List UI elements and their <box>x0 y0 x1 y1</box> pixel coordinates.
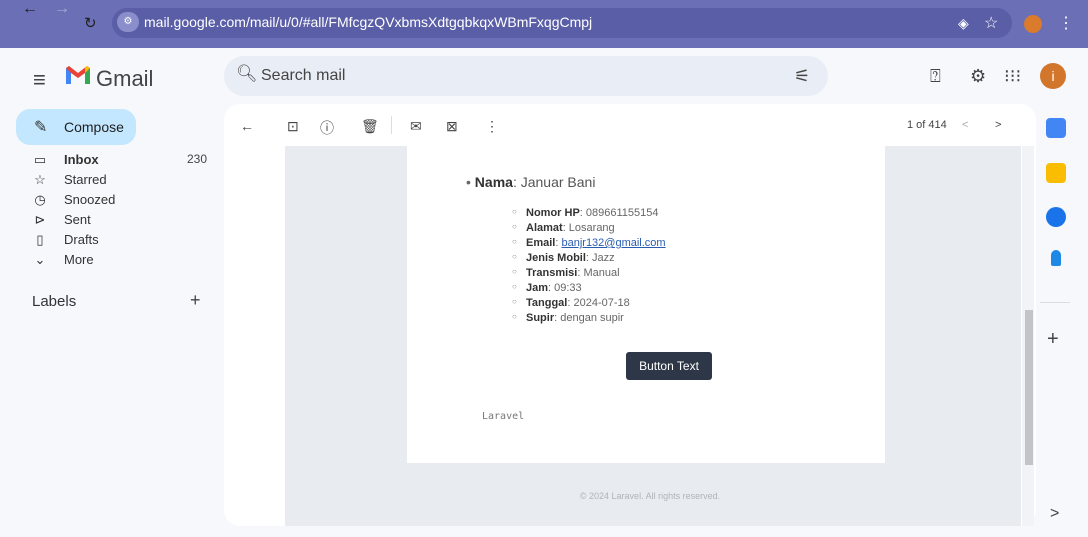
more-options-icon[interactable]: ⋮ <box>485 118 499 135</box>
draft-file-icon: ▯ <box>36 232 44 247</box>
tasks-icon[interactable] <box>1046 207 1066 227</box>
forward-arrow-icon[interactable]: → <box>54 0 70 18</box>
report-spam-icon[interactable]: ⓘ <box>320 118 334 138</box>
bullet-disc: • <box>466 174 471 190</box>
email-link[interactable]: banjr132@gmail.com <box>561 237 665 249</box>
main-menu-icon[interactable]: ≡ <box>33 67 46 93</box>
name-value: : Januar Bani <box>512 174 596 190</box>
chevron-down-icon: ⌄ <box>34 252 46 267</box>
profile-icon[interactable] <box>1024 15 1042 33</box>
bookmark-star-icon[interactable]: ☆ <box>984 13 998 33</box>
mark-unread-icon[interactable]: ✉ <box>410 118 422 135</box>
sidebar-item-label: Inbox <box>64 152 99 167</box>
email-signature: Laravel <box>482 411 525 422</box>
apps-grid-icon[interactable]: ⁝⁝⁝ <box>1004 66 1021 87</box>
send-icon: ⊳ <box>34 212 46 227</box>
search-input[interactable]: Search mail <box>261 67 345 85</box>
site-info-icon[interactable]: ⚙ <box>117 12 139 32</box>
extension-eye-icon[interactable]: ◈ <box>958 15 969 32</box>
star-icon: ☆ <box>34 172 46 187</box>
sidebar-item-label: More <box>64 252 94 267</box>
calendar-icon[interactable] <box>1046 118 1066 138</box>
compose-label: Compose <box>64 119 124 135</box>
archive-icon[interactable]: ⊡ <box>287 118 299 135</box>
inbox-icon: ▭ <box>33 152 47 167</box>
back-arrow-icon[interactable]: ← <box>22 0 38 18</box>
add-label-button[interactable]: + <box>190 290 201 311</box>
sidebar-item-label: Snoozed <box>64 192 116 207</box>
pagination-count: 1 of 414 <box>907 119 947 131</box>
scrollbar-thumb[interactable] <box>1025 310 1033 465</box>
clock-icon: ◷ <box>34 192 46 207</box>
move-to-icon[interactable]: ⊠ <box>446 118 458 135</box>
sidebar-item-label: Drafts <box>64 232 99 247</box>
back-to-list-icon[interactable]: ← <box>240 118 254 134</box>
email-footer: © 2024 Laravel. All rights reserved. <box>579 491 721 501</box>
gmail-logo-icon[interactable] <box>64 64 92 86</box>
email-action-button[interactable]: Button Text <box>626 352 712 380</box>
pencil-icon: ✎ <box>34 119 48 136</box>
contacts-icon[interactable] <box>1051 250 1061 266</box>
gmail-wordmark[interactable]: Gmail <box>96 66 153 92</box>
avatar[interactable]: i <box>1040 63 1066 89</box>
delete-trash-icon[interactable]: 🗑︎ <box>361 118 379 135</box>
name-key: Nama <box>474 174 513 190</box>
toolbar-divider <box>391 116 392 134</box>
sidebar-item-label: Sent <box>64 212 91 227</box>
side-panel-divider <box>1040 302 1070 303</box>
newer-chevron-icon[interactable]: < <box>962 119 968 131</box>
show-side-panel-chevron-icon[interactable]: > <box>1050 505 1059 523</box>
labels-heading: Labels <box>32 293 77 310</box>
inbox-count: 230 <box>187 152 208 166</box>
keep-icon[interactable] <box>1046 163 1066 183</box>
older-chevron-icon[interactable]: > <box>995 119 1001 131</box>
email-content-card <box>407 146 885 463</box>
browser-menu-icon[interactable]: ⋮ <box>1058 13 1074 33</box>
settings-gear-icon[interactable]: ⚙ <box>970 66 986 87</box>
get-addons-icon[interactable]: + <box>1047 328 1059 351</box>
name-line: • Nama: Januar Bani <box>466 174 595 190</box>
help-icon[interactable]: ⍰ <box>930 66 941 87</box>
search-icon[interactable]: 🔍︎ <box>236 64 258 84</box>
url-text[interactable]: mail.google.com/mail/u/0/#all/FMfcgzQVxb… <box>144 14 592 30</box>
reload-icon[interactable]: ↻ <box>84 14 97 32</box>
sidebar-item-label: Starred <box>64 172 107 187</box>
search-options-icon[interactable]: ⚟ <box>794 66 810 87</box>
